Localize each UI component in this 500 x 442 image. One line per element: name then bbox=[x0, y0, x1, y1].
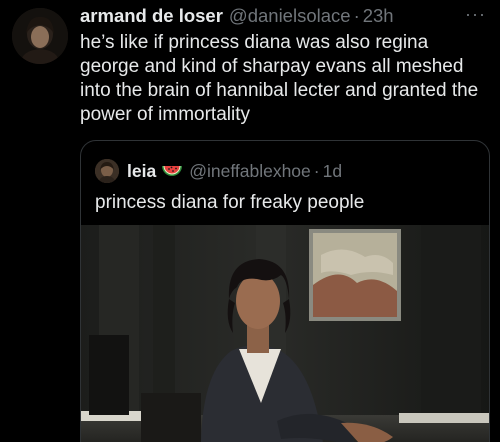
timestamp[interactable]: 23h bbox=[363, 5, 394, 27]
separator-dot: · bbox=[353, 5, 360, 26]
separator-dot: · bbox=[313, 160, 320, 181]
author-avatar[interactable] bbox=[12, 8, 68, 64]
tweet[interactable]: armand de loser @danielsolace · 23h ··· … bbox=[0, 0, 500, 442]
watermelon-icon bbox=[162, 166, 183, 176]
quoted-tweet-text: princess diana for freaky people bbox=[95, 192, 365, 213]
author-handle[interactable]: @danielsolace bbox=[229, 5, 351, 27]
quoted-author-handle[interactable]: @ineffablexhoe bbox=[189, 161, 311, 182]
quoted-tweet-image[interactable] bbox=[81, 225, 489, 442]
quoted-author-name[interactable]: leia bbox=[127, 161, 156, 182]
quoted-tweet[interactable]: leia @ineffablexhoe · 1d princess diana … bbox=[80, 140, 490, 442]
tweet-header: armand de loser @danielsolace · 23h ··· bbox=[80, 4, 486, 28]
tweet-text: he’s like if princess diana was also reg… bbox=[80, 32, 479, 125]
quoted-author-avatar[interactable] bbox=[95, 159, 119, 183]
quoted-timestamp[interactable]: 1d bbox=[323, 161, 342, 182]
quoted-tweet-header: leia @ineffablexhoe · 1d bbox=[95, 159, 477, 183]
more-options-icon[interactable]: ··· bbox=[465, 4, 486, 24]
author-name[interactable]: armand de loser bbox=[80, 5, 223, 27]
